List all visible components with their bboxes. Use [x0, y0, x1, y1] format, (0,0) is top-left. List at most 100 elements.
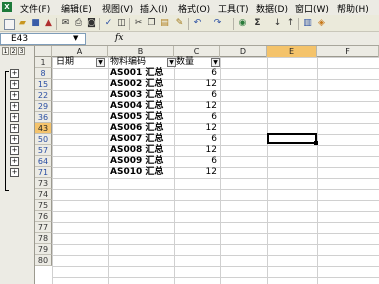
print-preview-icon[interactable]: ◙ — [86, 18, 97, 29]
function-icon[interactable]: fx — [115, 33, 123, 43]
quantity-cell[interactable]: 12 — [174, 79, 220, 90]
quantity-cell[interactable]: 6 — [174, 90, 220, 101]
quantity-cell[interactable]: 6 — [174, 156, 220, 167]
quantity-cell[interactable]: 12 — [174, 145, 220, 156]
drawing-icon[interactable]: ◈ — [316, 18, 327, 29]
autofilter-dropdown-icon[interactable]: ▼ — [167, 58, 176, 67]
email-icon[interactable]: ✉ — [60, 18, 71, 29]
material-code-cell[interactable]: AS006 汇总 — [108, 123, 174, 134]
autofilter-dropdown-icon[interactable]: ▼ — [211, 58, 220, 67]
expand-group-icon[interactable]: + — [10, 91, 19, 100]
expand-group-icon[interactable]: + — [10, 168, 19, 177]
row-header[interactable]: 76 — [35, 211, 52, 222]
expand-group-icon[interactable]: + — [10, 157, 19, 166]
quantity-cell[interactable]: 6 — [174, 68, 220, 79]
paste-icon[interactable]: ▤ — [159, 18, 170, 29]
select-all-corner[interactable] — [35, 46, 52, 57]
row-header[interactable]: 71 — [35, 167, 52, 178]
menu-edit[interactable]: 编辑(E) — [61, 2, 92, 15]
menu-data[interactable]: 数据(D) — [256, 2, 288, 15]
row-header[interactable]: 75 — [35, 200, 52, 211]
row-header[interactable]: 29 — [35, 101, 52, 112]
expand-group-icon[interactable]: + — [10, 146, 19, 155]
open-icon[interactable]: ▰ — [17, 18, 28, 29]
menu-help[interactable]: 帮助(H) — [337, 2, 369, 15]
row-header[interactable]: 73 — [35, 178, 52, 189]
fill-handle[interactable] — [314, 141, 318, 145]
quantity-cell[interactable]: 6 — [174, 134, 220, 145]
copy-icon[interactable]: ❐ — [146, 18, 157, 29]
material-code-cell[interactable]: AS001 汇总 — [108, 68, 174, 79]
permission-icon[interactable]: ▲ — [43, 18, 54, 29]
outline-level-1-button[interactable]: 1 — [2, 47, 9, 55]
outline-level-3-button[interactable]: 3 — [18, 47, 25, 55]
sort-descending-icon[interactable]: ↑ — [285, 18, 296, 29]
row-header[interactable]: 50 — [35, 134, 52, 145]
expand-group-icon[interactable]: + — [10, 69, 19, 78]
quantity-cell[interactable]: 12 — [174, 101, 220, 112]
save-icon[interactable]: ■ — [30, 18, 41, 29]
chevron-down-icon[interactable]: ▼ — [73, 34, 78, 42]
material-code-cell[interactable]: AS007 汇总 — [108, 134, 174, 145]
column-header-b[interactable]: B — [108, 46, 174, 57]
column-header-d[interactable]: D — [220, 46, 267, 57]
row-header[interactable]: 36 — [35, 112, 52, 123]
material-code-cell[interactable]: AS003 汇总 — [108, 90, 174, 101]
outline-level-2-button[interactable]: 2 — [10, 47, 17, 55]
expand-group-icon[interactable]: + — [10, 113, 19, 122]
menu-insert[interactable]: 插入(I) — [140, 2, 168, 15]
material-code-cell[interactable]: AS005 汇总 — [108, 112, 174, 123]
chart-wizard-icon[interactable]: ▥ — [302, 18, 313, 29]
format-painter-icon[interactable]: ✎ — [174, 18, 185, 29]
cell-c1-quantity-header[interactable]: 数量 — [176, 57, 210, 68]
row-header[interactable]: 74 — [35, 189, 52, 200]
new-icon[interactable] — [4, 19, 15, 30]
row-header[interactable]: 78 — [35, 233, 52, 244]
row-header[interactable]: 1 — [35, 57, 52, 68]
cell-b1-material-code-header[interactable]: 物料编码 — [110, 57, 168, 68]
row-header[interactable]: 57 — [35, 145, 52, 156]
print-icon[interactable]: ⎙ — [73, 18, 84, 29]
formula-input[interactable] — [128, 33, 378, 45]
material-code-cell[interactable]: AS008 汇总 — [108, 145, 174, 156]
row-header[interactable]: 80 — [35, 255, 52, 266]
row-header[interactable]: 77 — [35, 222, 52, 233]
column-header-c[interactable]: C — [174, 46, 220, 57]
expand-group-icon[interactable]: + — [10, 102, 19, 111]
excel-app-icon[interactable]: X — [2, 2, 12, 12]
quantity-cell[interactable]: 12 — [174, 123, 220, 134]
material-code-cell[interactable]: AS009 汇总 — [108, 156, 174, 167]
menu-view[interactable]: 视图(V) — [102, 2, 133, 15]
autofilter-dropdown-icon[interactable]: ▼ — [96, 58, 105, 67]
spelling-icon[interactable]: ✓ — [103, 18, 114, 29]
row-header[interactable]: 15 — [35, 79, 52, 90]
expand-group-icon[interactable]: + — [10, 135, 19, 144]
column-header-f[interactable]: F — [317, 46, 379, 57]
row-header[interactable]: 43 — [35, 123, 52, 134]
cut-icon[interactable]: ✂ — [133, 18, 144, 29]
hyperlink-icon[interactable]: ◉ — [237, 18, 248, 29]
redo-icon[interactable]: ↷ — [212, 18, 223, 29]
row-header[interactable]: 64 — [35, 156, 52, 167]
menu-window[interactable]: 窗口(W) — [295, 2, 329, 15]
row-header[interactable]: 8 — [35, 68, 52, 79]
column-header-e[interactable]: E — [267, 46, 317, 57]
expand-group-icon[interactable]: + — [10, 124, 19, 133]
menu-format[interactable]: 格式(O) — [178, 2, 210, 15]
material-code-cell[interactable]: AS010 汇总 — [108, 167, 174, 178]
row-header[interactable]: 22 — [35, 90, 52, 101]
sort-ascending-icon[interactable]: ↓ — [272, 18, 283, 29]
expand-group-icon[interactable]: + — [10, 80, 19, 89]
menu-tools[interactable]: 工具(T) — [218, 2, 249, 15]
material-code-cell[interactable]: AS004 汇总 — [108, 101, 174, 112]
active-cell-e43[interactable] — [267, 133, 317, 144]
quantity-cell[interactable]: 6 — [174, 112, 220, 123]
row-header[interactable]: 79 — [35, 244, 52, 255]
autosum-icon[interactable]: Σ — [252, 18, 263, 29]
column-header-a[interactable]: A — [52, 46, 108, 57]
material-code-cell[interactable]: AS002 汇总 — [108, 79, 174, 90]
menu-file[interactable]: 文件(F) — [20, 2, 50, 15]
research-icon[interactable]: ◫ — [116, 18, 127, 29]
undo-icon[interactable]: ↶ — [192, 18, 203, 29]
quantity-cell[interactable]: 12 — [174, 167, 220, 178]
